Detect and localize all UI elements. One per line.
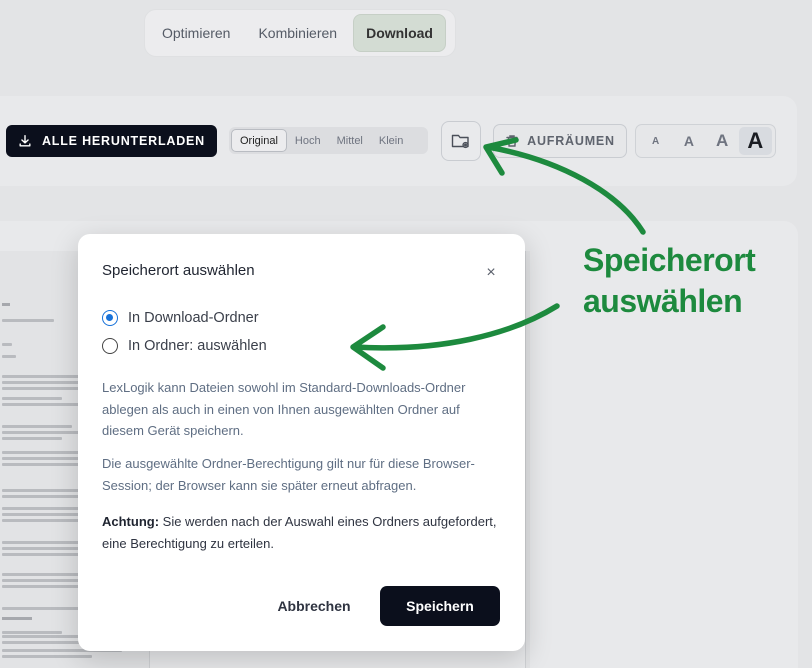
cleanup-button[interactable]: AUFRÄUMEN (493, 124, 627, 158)
quality-klein[interactable]: Klein (371, 129, 411, 152)
folder-settings-icon (451, 134, 469, 149)
document-text-line (2, 425, 72, 428)
cleanup-label: AUFRÄUMEN (527, 134, 615, 148)
annotation-line-1: Speicherort (583, 242, 756, 278)
document-text-line (2, 303, 10, 306)
document-text-line (2, 319, 54, 322)
document-text-line (2, 617, 32, 620)
font-size-medium[interactable]: A (672, 127, 705, 155)
option-download-folder[interactable]: In Download-Ordner (102, 310, 259, 326)
option-custom-folder-label: In Ordner: auswählen (128, 338, 267, 354)
document-text-line (2, 585, 82, 588)
warning-label: Achtung: (102, 514, 160, 529)
download-all-button[interactable]: ALLE HERUNTERLADEN (6, 125, 217, 157)
dialog-title: Speicherort auswählen (102, 262, 255, 279)
font-size-selector: A A A A (635, 124, 776, 158)
document-text-line (2, 375, 82, 378)
font-size-small[interactable]: A (639, 127, 672, 155)
tab-optimieren[interactable]: Optimieren (150, 14, 242, 52)
quality-hoch[interactable]: Hoch (287, 129, 329, 152)
download-all-label: ALLE HERUNTERLADEN (41, 134, 205, 148)
quality-selector: Original Hoch Mittel Klein (229, 127, 428, 154)
cancel-button[interactable]: Abbrechen (264, 587, 364, 625)
radio-unchecked-icon[interactable] (102, 338, 118, 354)
document-preview-edge (525, 251, 530, 668)
annotation-label: Speicherort auswählen (583, 240, 756, 322)
document-text-line (2, 397, 62, 400)
close-icon[interactable]: × (482, 264, 500, 282)
document-text-line (2, 519, 82, 522)
download-icon (19, 135, 31, 147)
tab-kombinieren[interactable]: Kombinieren (246, 14, 349, 52)
trash-icon (506, 135, 518, 147)
tab-download[interactable]: Download (353, 14, 446, 52)
choose-folder-button[interactable] (441, 121, 481, 161)
document-text-line (2, 437, 62, 440)
document-text-line (2, 343, 12, 346)
option-download-folder-label: In Download-Ordner (128, 310, 259, 326)
dialog-description: LexLogik kann Dateien sowohl im Standard… (102, 380, 466, 438)
quality-mittel[interactable]: Mittel (329, 129, 371, 152)
dialog-permission-note: Die ausgewählte Ordner-Berechtigung gilt… (102, 456, 475, 493)
dialog-warning: Achtung: Sie werden nach der Auswahl ein… (102, 511, 502, 554)
warning-text: Sie werden nach der Auswahl eines Ordner… (102, 514, 497, 551)
mode-tabs: Optimieren Kombinieren Download (144, 9, 456, 57)
save-button[interactable]: Speichern (380, 586, 500, 626)
radio-checked-icon[interactable] (102, 310, 118, 326)
font-size-xlarge[interactable]: A (738, 127, 772, 155)
document-text-line (2, 355, 16, 358)
option-custom-folder[interactable]: In Ordner: auswählen (102, 338, 267, 354)
document-text-line (2, 655, 92, 658)
quality-original[interactable]: Original (231, 129, 287, 152)
document-text-line (2, 631, 62, 634)
annotation-line-2: auswählen (583, 283, 743, 319)
save-location-dialog: Speicherort auswählen × In Download-Ordn… (78, 234, 525, 651)
font-size-large[interactable]: A (706, 127, 739, 155)
